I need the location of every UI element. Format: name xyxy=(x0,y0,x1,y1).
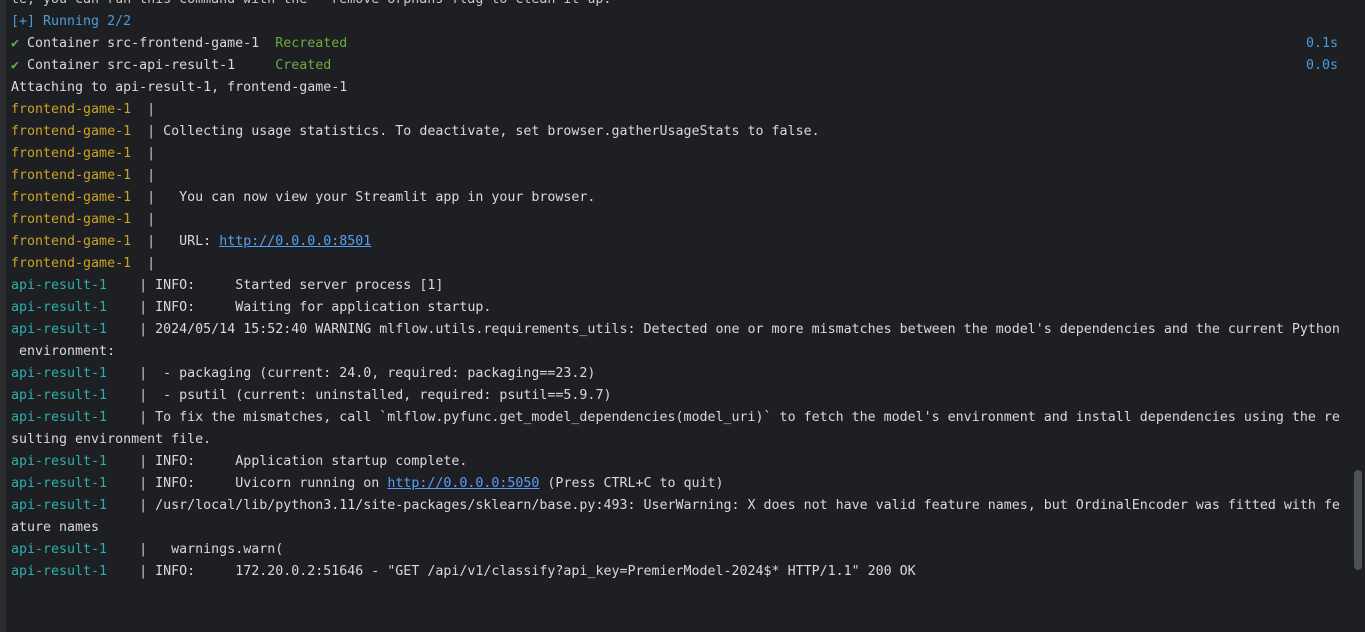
log-line: api-result-1 | INFO: Application startup… xyxy=(11,454,468,469)
log-line: frontend-game-1 | xyxy=(11,146,156,161)
log-text: (Press CTRL+C to quit) xyxy=(539,476,724,491)
service-prefix: frontend-game-1 xyxy=(11,256,132,271)
service-prefix: api-result-1 xyxy=(11,300,132,315)
service-prefix: frontend-game-1 xyxy=(11,212,132,227)
service-prefix: api-result-1 xyxy=(11,454,132,469)
log-line: api-result-1 | INFO: 172.20.0.2:51646 - … xyxy=(11,564,916,579)
log-line: api-result-1 | INFO: Uvicorn running on … xyxy=(11,476,724,491)
log-line-continuation: ature names xyxy=(11,520,100,535)
container-row: ✔ Container src-api-result-1 Created 0.0s xyxy=(0,55,1352,77)
log-text: warnings.warn( xyxy=(155,542,284,557)
service-prefix: api-result-1 xyxy=(11,542,132,557)
container-row: ✔ Container src-frontend-game-1 Recreate… xyxy=(0,33,1352,55)
log-line: api-result-1 | INFO: Started server proc… xyxy=(11,278,444,293)
log-line: frontend-game-1 | xyxy=(11,168,156,183)
container-time: 0.1s xyxy=(1305,36,1338,51)
container-name: Container src-api-result-1 xyxy=(27,58,260,73)
log-text: To fix the mismatches, call `mlflow.pyfu… xyxy=(155,410,1340,425)
url-link[interactable]: http://0.0.0.0:8501 xyxy=(219,234,371,249)
container-status: Created xyxy=(275,58,332,73)
log-line: api-result-1 | /usr/local/lib/python3.11… xyxy=(11,498,1340,513)
service-prefix: frontend-game-1 xyxy=(11,146,132,161)
check-icon: ✔ xyxy=(11,58,20,73)
service-prefix: api-result-1 xyxy=(11,564,132,579)
service-prefix: frontend-game-1 xyxy=(11,234,132,249)
service-prefix: api-result-1 xyxy=(11,476,132,491)
log-text: INFO: Started server process [1] xyxy=(155,278,444,293)
log-line: api-result-1 | warnings.warn( xyxy=(11,542,284,557)
service-prefix: api-result-1 xyxy=(11,410,132,425)
log-line: frontend-game-1 | xyxy=(11,256,156,271)
log-text: You can now view your Streamlit app in y… xyxy=(163,190,596,205)
log-text: INFO: Application startup complete. xyxy=(155,454,468,469)
service-prefix: api-result-1 xyxy=(11,366,132,381)
log-text: Collecting usage statistics. To deactiva… xyxy=(163,124,820,139)
service-prefix: frontend-game-1 xyxy=(11,102,132,117)
container-time: 0.0s xyxy=(1305,58,1338,73)
service-prefix: api-result-1 xyxy=(11,388,132,403)
log-line: api-result-1 | - packaging (current: 24.… xyxy=(11,366,596,381)
log-line: api-result-1 | 2024/05/14 15:52:40 WARNI… xyxy=(11,322,1340,337)
log-text: - psutil (current: uninstalled, required… xyxy=(155,388,612,403)
service-prefix: api-result-1 xyxy=(11,498,132,513)
container-name: Container src-frontend-game-1 xyxy=(27,36,260,51)
log-text: 2024/05/14 15:52:40 WARNING mlflow.utils… xyxy=(155,322,1340,337)
service-prefix: frontend-game-1 xyxy=(11,124,132,139)
log-line-continuation: sulting environment file. xyxy=(11,432,212,447)
service-prefix: frontend-game-1 xyxy=(11,168,132,183)
vertical-scrollbar[interactable] xyxy=(1352,0,1365,632)
service-prefix: api-result-1 xyxy=(11,322,132,337)
container-status: Recreated xyxy=(275,36,348,51)
running-status: [+] Running 2/2 xyxy=(11,14,132,29)
log-line: frontend-game-1 | xyxy=(11,212,156,227)
service-prefix: frontend-game-1 xyxy=(11,190,132,205)
log-text: INFO: Waiting for application startup. xyxy=(155,300,492,315)
url-link[interactable]: http://0.0.0.0:5050 xyxy=(387,476,539,491)
log-text: /usr/local/lib/python3.11/site-packages/… xyxy=(155,498,1340,513)
log-text: INFO: Uvicorn running on xyxy=(155,476,388,491)
log-line: te, you can run this command with the --… xyxy=(0,0,1352,11)
log-line: api-result-1 | - psutil (current: uninst… xyxy=(11,388,612,403)
log-line: api-result-1 | To fix the mismatches, ca… xyxy=(11,410,1340,425)
log-line-continuation: environment: xyxy=(11,344,116,359)
service-prefix: api-result-1 xyxy=(11,278,132,293)
log-line: frontend-game-1 | URL: http://0.0.0.0:85… xyxy=(11,234,372,249)
log-line: frontend-game-1 | xyxy=(11,102,156,117)
check-icon: ✔ xyxy=(11,36,20,51)
log-line: api-result-1 | INFO: Waiting for applica… xyxy=(11,300,492,315)
log-text: INFO: 172.20.0.2:51646 - "GET /api/v1/cl… xyxy=(155,564,916,579)
attaching-line: Attaching to api-result-1, frontend-game… xyxy=(11,80,348,95)
log-line: frontend-game-1 | Collecting usage stati… xyxy=(11,124,820,139)
scrollbar-thumb[interactable] xyxy=(1354,470,1362,570)
terminal-output[interactable]: te, you can run this command with the --… xyxy=(0,0,1352,583)
log-line: frontend-game-1 | You can now view your … xyxy=(11,190,596,205)
log-text: - packaging (current: 24.0, required: pa… xyxy=(155,366,596,381)
log-text: URL: xyxy=(163,234,220,249)
